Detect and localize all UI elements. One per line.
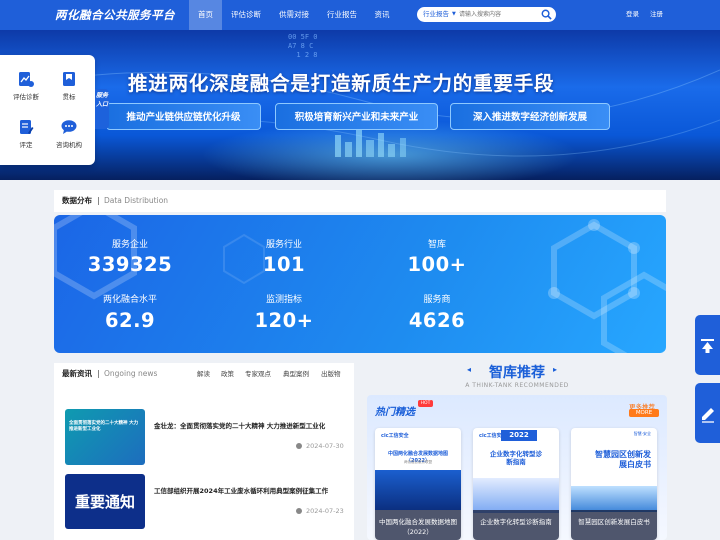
report-card[interactable]: cic工信安全 中国两化融合发展数据地图（2022） 两化融合服务联盟 中国两化… (375, 428, 461, 540)
bookmark-doc-icon (63, 72, 75, 86)
quick-service-card: 评估诊断 贯标 评定 咨询机构 (0, 55, 95, 165)
login-link[interactable]: 登录 (626, 0, 639, 30)
thumbnail-caption: 全面贯彻落实党的二十大精神 大力推进新型工业化 (69, 421, 139, 432)
stats-panel: 服务企业 339325 服务行业 101 智库 100+ 两化融合水平 62.9… (54, 215, 666, 353)
search-box: 行业报告 ▼ (417, 7, 556, 22)
report-card[interactable]: cic工信安全 2022 企业数字化转型诊断指南 企业数字化转型诊断指南 (473, 428, 559, 540)
stat-value-think-tank: 100+ (407, 253, 467, 276)
register-link[interactable]: 注册 (650, 0, 663, 30)
news-item-date: 2024-07-23 (306, 507, 344, 515)
news-tab-interpretation[interactable]: 解读 (197, 363, 210, 385)
nav-news[interactable]: 资讯 (369, 0, 395, 30)
hot-picks-title: 热门精选 (375, 407, 415, 418)
news-item-title[interactable]: 金壮龙：全面贯彻落实党的二十大精神 大力推进新型工业化 (154, 422, 349, 431)
report-caption: 智慧园区创新发展白皮书 (571, 510, 657, 540)
report-cover-subtitle: 两化融合服务联盟 (404, 460, 432, 464)
news-tab-expert[interactable]: 专家观点 (245, 363, 271, 385)
top-header: 两化融合公共服务平台 首页 评估诊断 供需对接 行业报告 资讯 行业报告 ▼ 登… (0, 0, 720, 30)
clock-icon (296, 508, 302, 514)
search-input[interactable] (459, 9, 539, 20)
nav-home[interactable]: 首页 (189, 0, 222, 30)
quick-item-evaluation[interactable]: 评估诊断 (5, 70, 47, 101)
report-publisher-badge: cic工信安全 (381, 433, 409, 439)
report-cover-art (473, 478, 559, 513)
back-to-top-button[interactable] (695, 315, 720, 375)
banner-pill-2[interactable]: 积极培育新兴产业和未来产业 (275, 103, 438, 130)
site-logo[interactable]: 两化融合公共服务平台 (55, 7, 175, 23)
stat-value-enterprises: 339325 (87, 253, 173, 276)
hexagon-pattern (54, 215, 666, 353)
news-item-date: 2024-07-30 (306, 442, 344, 450)
report-caption: 中国两化融合发展数据地图（2022） (375, 510, 461, 540)
banner-pill-1[interactable]: 推动产业链供应链优化升级 (106, 103, 261, 130)
report-caption: 企业数字化转型诊断指南 (473, 510, 559, 540)
arrow-right-icon[interactable]: ▸ (553, 365, 557, 374)
stat-label-enterprises: 服务企业 (111, 240, 148, 250)
stat-label-indicators: 监测指标 (265, 295, 302, 305)
report-cover-art (571, 486, 657, 512)
hot-badge: HOT (418, 400, 433, 407)
banner-code-text: 00 5F 0 A7 8 C 1 2 8 (288, 33, 318, 59)
section-title: 数据分布 (62, 196, 92, 205)
chart-doc-icon (19, 72, 34, 87)
search-category-select[interactable]: 行业报告 (423, 7, 449, 22)
latest-news-panel: 最新资讯 Ongoing news 解读 政策 专家观点 典型案例 出版物 全面… (54, 363, 354, 540)
banner-pill-3[interactable]: 深入推进数字经济创新发展 (450, 103, 610, 130)
report-publisher-badge: 智慧·安全 (633, 431, 651, 436)
quick-item-label: 咨询机构 (56, 141, 82, 149)
news-thumbnail[interactable]: 全面贯彻落实党的二十大精神 大力推进新型工业化 (65, 409, 145, 465)
nav-industry-report[interactable]: 行业报告 (322, 0, 362, 30)
news-tab-publications[interactable]: 出版物 (321, 363, 341, 385)
stat-value-industries: 101 (262, 253, 306, 276)
nav-evaluation[interactable]: 评估诊断 (226, 0, 266, 30)
report-cover-art (375, 470, 461, 510)
quick-item-rating[interactable]: 评定 (5, 118, 47, 149)
stat-label-industries: 服务行业 (265, 240, 302, 250)
quick-item-label: 贯标 (62, 93, 76, 101)
banner-headline: 推进两化深度融合是打造新质生产力的重要手段 (128, 72, 555, 95)
section-subtitle: Data Distribution (104, 196, 169, 205)
arrow-up-icon (701, 339, 714, 353)
stat-value-integration-level: 62.9 (104, 309, 156, 332)
news-tab-cases[interactable]: 典型案例 (283, 363, 309, 385)
report-cover-title: 企业数字化转型诊断指南 (490, 450, 542, 466)
pencil-icon (702, 408, 714, 423)
news-subtitle: Ongoing news (104, 369, 158, 378)
news-item-title[interactable]: 工信部组织开展2024年工业废水循环利用典型案例征集工作 (154, 487, 349, 496)
think-tank-subtitle: A THINK-TANK RECOMMENDED (465, 382, 569, 389)
news-thumbnail[interactable]: 重要通知 (65, 474, 145, 529)
news-title: 最新资讯 (62, 369, 92, 378)
title-divider (98, 370, 99, 378)
edit-doc-icon (20, 120, 34, 134)
quick-item-consulting[interactable]: 咨询机构 (48, 118, 90, 149)
thumbnail-caption: 重要通知 (74, 493, 135, 511)
report-cover-title: 智慧园区创新发展白皮书 (595, 450, 651, 469)
quick-item-standard[interactable]: 贯标 (48, 70, 90, 101)
news-tab-policy[interactable]: 政策 (221, 363, 234, 385)
search-icon[interactable] (541, 9, 552, 20)
data-section-header: 数据分布 Data Distribution (54, 190, 666, 212)
quick-item-label: 评估诊断 (13, 93, 39, 101)
title-divider (98, 197, 99, 205)
stat-value-indicators: 120+ (254, 309, 314, 332)
stat-label-providers: 服务商 (423, 295, 451, 305)
report-card[interactable]: 智慧·安全 智慧园区创新发展白皮书 智慧园区创新发展白皮书 (571, 428, 657, 540)
feedback-button[interactable] (695, 383, 720, 443)
chat-bubble-icon (61, 120, 77, 134)
stat-label-integration-level: 两化融合水平 (102, 295, 157, 305)
clock-icon (296, 443, 302, 449)
more-button[interactable]: MORE (629, 409, 659, 417)
think-tank-panel: 热门精选 HOT 更多推荐 MORE cic工信安全 中国两化融合发展数据地图（… (367, 395, 667, 540)
think-tank-title: 智库推荐 (489, 365, 545, 381)
report-cover-year: 2022 (501, 430, 537, 441)
chevron-down-icon[interactable]: ▼ (452, 7, 456, 22)
stat-value-providers: 4626 (408, 309, 466, 332)
quick-menu-tab[interactable]: 服务入口 (95, 89, 109, 129)
quick-item-label: 评定 (19, 141, 33, 149)
nav-supply-demand[interactable]: 供需对接 (274, 0, 314, 30)
stat-label-think-tank: 智库 (427, 240, 446, 250)
